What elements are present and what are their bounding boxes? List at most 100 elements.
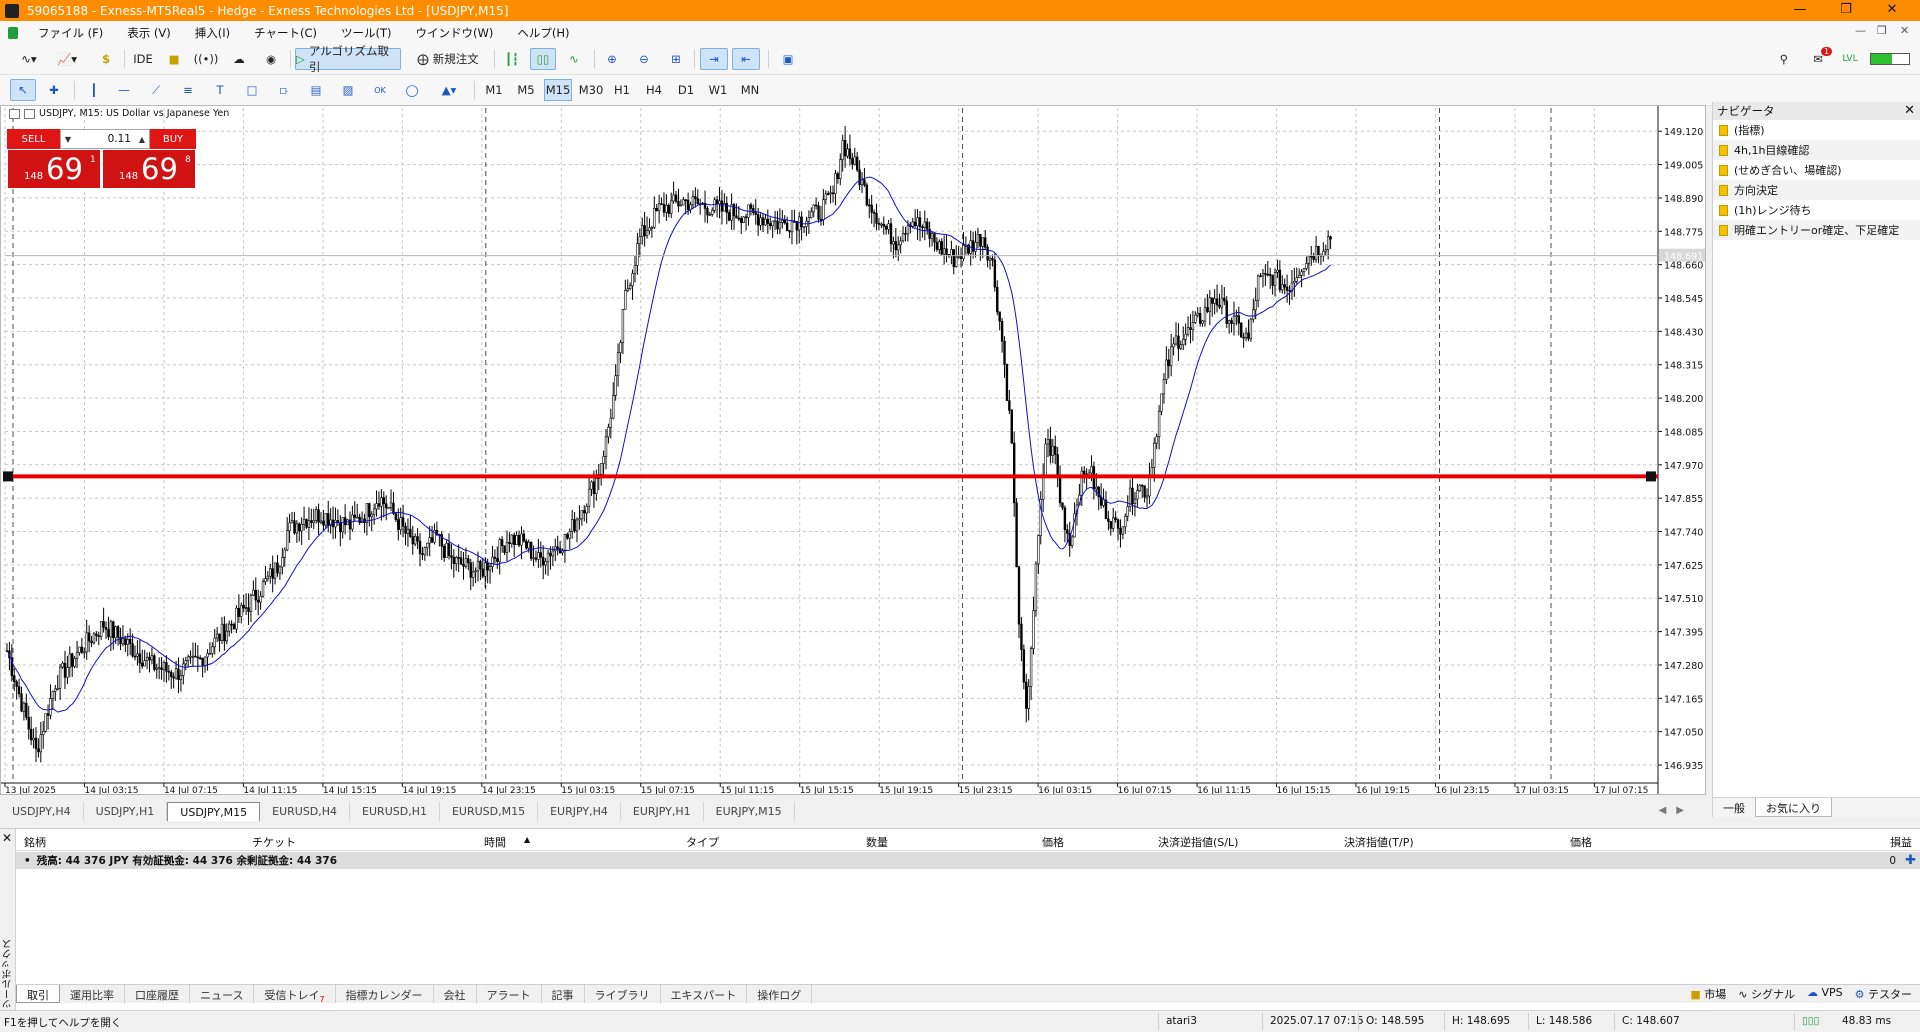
col-price-current[interactable]: 価格	[1570, 834, 1592, 850]
lot-size-field[interactable]: ▼ 0.11 ▲	[60, 129, 150, 149]
tab-trade[interactable]: 取引	[16, 985, 60, 1003]
buy-price[interactable]: 148 69 8	[102, 149, 196, 189]
chart-tab[interactable]: EURUSD,H1	[350, 802, 440, 821]
shape-icon[interactable]: ◯	[400, 79, 424, 101]
globe-icon[interactable]: ◉	[260, 48, 282, 70]
timeframe-mn[interactable]: MN	[736, 79, 764, 101]
col-price[interactable]: 価格	[1042, 834, 1064, 850]
trendline-icon[interactable]: ⟋	[144, 79, 168, 101]
dollar-icon[interactable]: $	[96, 48, 116, 70]
tab-news[interactable]: ニュース	[190, 985, 255, 1003]
price-chart[interactable]: 149.120149.005148.890148.775148.660148.5…	[1, 106, 1705, 794]
col-type[interactable]: タイプ	[686, 834, 719, 850]
algo-trading-button[interactable]: ▷ アルゴリズム取引	[295, 44, 401, 74]
level-icon[interactable]: LVL	[1840, 48, 1860, 70]
chart-templates-icon[interactable]: 📈▾	[50, 48, 84, 70]
status-profile[interactable]: atari3	[1166, 1015, 1197, 1027]
tab-scroll-arrows[interactable]: ◀▶	[1659, 805, 1694, 816]
tab-exposure[interactable]: 運用比率	[60, 985, 125, 1003]
notifications-icon[interactable]: ✉ 1	[1806, 47, 1833, 70]
menu-tools[interactable]: ツール(T)	[329, 25, 404, 41]
bar-chart-icon[interactable]: ┃┇	[500, 48, 524, 70]
text-icon[interactable]: T	[208, 79, 232, 101]
text-label-icon[interactable]: ⟥	[272, 79, 296, 101]
chart-tab[interactable]: EURUSD,H4	[260, 802, 351, 821]
autoscroll-icon[interactable]: ⇥	[700, 48, 728, 70]
grid-icon[interactable]: ⊞	[664, 48, 688, 70]
zoom-in-icon[interactable]: ⊕	[600, 48, 624, 70]
vertical-line-icon[interactable]: ┃	[82, 79, 106, 101]
chart-tab[interactable]: USDJPY,H1	[84, 802, 168, 821]
tab-library[interactable]: ライブラリ	[585, 985, 661, 1003]
close-icon[interactable]: ✕	[1904, 103, 1915, 118]
fibo-icon[interactable]: ▤	[304, 79, 328, 101]
tab-vps[interactable]: ☁ VPS	[1807, 986, 1843, 1002]
col-ticket[interactable]: チケット	[252, 834, 296, 850]
restore-button[interactable]: ❐	[1823, 0, 1869, 21]
tab-articles[interactable]: 記事	[542, 985, 585, 1003]
navigator-item[interactable]: (1h)レンジ待ち	[1713, 200, 1920, 220]
col-tp[interactable]: 決済指値(T/P)	[1344, 834, 1414, 850]
tab-history[interactable]: 口座履歴	[125, 985, 190, 1003]
chart-shift-icon[interactable]: ⇤	[732, 48, 760, 70]
menu-help[interactable]: ヘルプ(H)	[505, 25, 581, 41]
chart-tab[interactable]: EURJPY,M15	[704, 802, 795, 821]
channel-icon[interactable]: ≡	[176, 79, 200, 101]
zoom-out-icon[interactable]: ⊖	[632, 48, 656, 70]
tab-mailbox[interactable]: 受信トレイ7	[254, 985, 336, 1004]
menu-file[interactable]: ファイル (F)	[26, 25, 115, 41]
rectangle-icon[interactable]: □	[240, 79, 264, 101]
lot-down-icon[interactable]: ▼	[61, 135, 75, 144]
menu-view[interactable]: 表示 (V)	[115, 25, 183, 41]
tab-company[interactable]: 会社	[434, 985, 477, 1003]
col-sl[interactable]: 決済逆指値(S/L)	[1158, 834, 1238, 850]
col-symbol[interactable]: 銘柄	[24, 834, 46, 850]
ide-button[interactable]: IDE	[130, 48, 156, 70]
menu-chart[interactable]: チャート(C)	[242, 25, 329, 41]
oscillator-icon[interactable]: ▨	[336, 79, 360, 101]
timeframe-m30[interactable]: M30	[576, 79, 606, 101]
tab-experts[interactable]: エキスパート	[661, 985, 748, 1003]
cloud-icon[interactable]: ☁	[228, 48, 250, 70]
chart-window[interactable]: 149.120 149.005 148.890 148.775 148.660 148.5…	[0, 105, 1706, 795]
tab-general[interactable]: 一般	[1713, 798, 1755, 817]
screenshot-icon[interactable]: ▣	[776, 48, 800, 70]
navigator-item[interactable]: (せめぎ合い、場確認)	[1713, 160, 1920, 180]
close-icon[interactable]: ✕	[2, 831, 12, 845]
lot-up-icon[interactable]: ▲	[135, 135, 149, 144]
line-chart-icon[interactable]: ∿	[562, 48, 586, 70]
menu-window[interactable]: ウインドウ(W)	[404, 25, 506, 41]
tab-journal[interactable]: 操作ログ	[747, 985, 813, 1003]
new-order-button[interactable]: ⨁ 新規注文	[410, 48, 486, 70]
menu-insert[interactable]: 挿入(I)	[183, 25, 242, 41]
col-time[interactable]: 時間	[484, 834, 506, 850]
chart-tab[interactable]: EURUSD,M15	[440, 802, 539, 821]
minimize-button[interactable]: —	[1777, 0, 1823, 21]
close-button[interactable]: ✕	[1869, 0, 1915, 21]
balance-row[interactable]: • 残高: 44 376 JPY 有効証拠金: 44 376 余剰証拠金: 44…	[16, 852, 1920, 869]
candlestick-icon[interactable]: ▯▯	[530, 48, 556, 70]
col-volume[interactable]: 数量	[866, 834, 888, 850]
timeframe-w1[interactable]: W1	[704, 79, 732, 101]
chart-tab[interactable]: EURJPY,H4	[538, 802, 621, 821]
ok-label-icon[interactable]: OK	[368, 79, 392, 101]
navigator-item[interactable]: (指標)	[1713, 120, 1920, 140]
timeframe-m5[interactable]: M5	[512, 79, 540, 101]
timeframe-d1[interactable]: D1	[672, 79, 700, 101]
navigator-item[interactable]: 方向決定	[1713, 180, 1920, 200]
chart-type-icon[interactable]: ∿▾	[12, 48, 46, 70]
tab-favorites[interactable]: お気に入り	[1755, 798, 1832, 817]
status-ping[interactable]: 48.83 ms	[1842, 1015, 1891, 1027]
timeframe-m1[interactable]: M1	[480, 79, 508, 101]
tab-market[interactable]: ■ 市場	[1690, 986, 1726, 1002]
sell-button[interactable]: SELL	[7, 129, 60, 149]
col-profit[interactable]: 損益	[1890, 834, 1912, 850]
chart-tab[interactable]: USDJPY,H4	[0, 802, 84, 821]
tab-calendar[interactable]: 指標カレンダー	[336, 985, 434, 1003]
lot-value[interactable]: 0.11	[75, 133, 135, 145]
cursor-icon[interactable]: ↖	[10, 79, 36, 101]
timeframe-h4[interactable]: H4	[640, 79, 668, 101]
mdi-close-icon[interactable]: ✕	[1900, 24, 1909, 37]
bag-icon[interactable]: ■	[164, 48, 184, 70]
add-icon[interactable]: ✚	[1905, 853, 1916, 868]
